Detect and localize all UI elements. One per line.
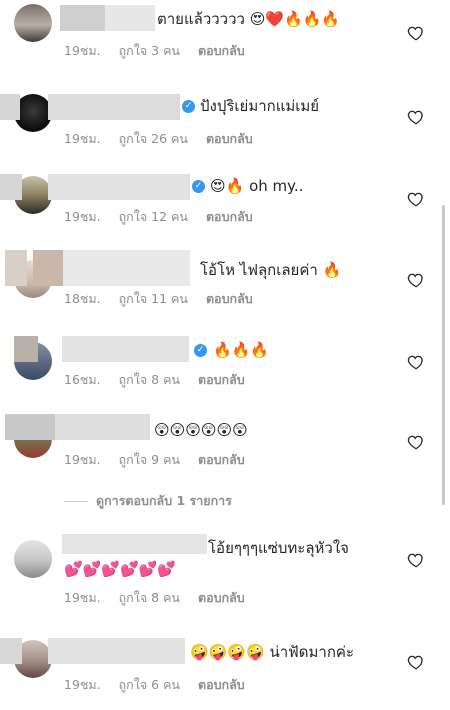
comment-text: 😍🔥 oh my.. xyxy=(210,177,304,195)
like-count[interactable]: ถูกใจ 8 คน xyxy=(119,590,180,605)
scrollbar[interactable] xyxy=(442,205,445,505)
comment-meta: 19ชม. ถูกใจ 3 คน ตอบกลับ xyxy=(64,41,263,61)
comment-meta: 18ชม. ถูกใจ 11 คน ตอบกลับ xyxy=(64,289,271,309)
comment-time: 19ชม. xyxy=(64,677,101,692)
like-count[interactable]: ถูกใจ 9 คน xyxy=(119,452,180,467)
username-blurred[interactable] xyxy=(5,250,190,286)
username-blurred[interactable] xyxy=(0,94,180,120)
comment-text: โอ้โห ไฟลุกเลยค่า 🔥 xyxy=(200,261,342,279)
avatar[interactable] xyxy=(14,4,52,42)
heart-outline-icon[interactable] xyxy=(407,24,425,42)
verified-badge-icon: ✓ xyxy=(194,344,207,357)
comment-text-line2: 💕💕💕💕💕💕 xyxy=(64,560,177,578)
heart-outline-icon[interactable] xyxy=(407,108,425,126)
comment-meta: 19ชม. ถูกใจ 9 คน ตอบกลับ xyxy=(64,450,263,470)
comment-time: 19ชม. xyxy=(64,590,101,605)
divider xyxy=(64,501,88,502)
comment-meta: 19ชม. ถูกใจ 8 คน ตอบกลับ xyxy=(64,588,263,608)
heart-outline-icon[interactable] xyxy=(407,653,425,671)
username-blurred[interactable] xyxy=(0,174,190,200)
like-count[interactable]: ถูกใจ 6 คน xyxy=(119,677,180,692)
like-count[interactable]: ถูกใจ 12 คน xyxy=(119,209,188,224)
comment-meta: 19ชม. ถูกใจ 12 คน ตอบกลับ xyxy=(64,207,271,227)
username-blurred[interactable] xyxy=(60,5,155,31)
like-count[interactable]: ถูกใจ 3 คน xyxy=(119,43,180,58)
comment-5: ✓ 🔥🔥🔥 16ชม. ถูกใจ 8 คน ตอบกลับ xyxy=(0,332,450,414)
comment-meta: 19ชม. ถูกใจ 26 คน ตอบกลับ xyxy=(64,129,271,149)
comment-text: ปังปุริเย่มากแม่เมย์ xyxy=(200,97,320,115)
comment-1: ตายแล้ววววว 😍❤️🔥🔥🔥 19ชม. ถูกใจ 3 คน ตอบกลั… xyxy=(0,0,450,82)
username-blurred[interactable] xyxy=(0,638,185,664)
comment-6: 😲😲😲😲😲😲 19ชม. ถูกใจ 9 คน ตอบกลับ xyxy=(0,412,450,494)
comment-text: 🤪🤪🤪🤪 น่าฟัดมากค่ะ xyxy=(190,643,354,661)
reply-button[interactable]: ตอบกลับ xyxy=(198,677,245,692)
comment-meta: 16ชม. ถูกใจ 8 คน ตอบกลับ xyxy=(64,370,263,390)
comment-2: ✓ ปังปุริเย่มากแม่เมย์ 19ชม. ถูกใจ 26 คน ต… xyxy=(0,84,450,166)
comment-time: 19ชม. xyxy=(64,131,101,146)
heart-outline-icon[interactable] xyxy=(407,551,425,569)
heart-outline-icon[interactable] xyxy=(407,271,425,289)
comment-time: 18ชม. xyxy=(64,291,101,306)
view-replies-label: ดูการตอบกลับ 1 รายการ xyxy=(96,493,232,508)
comment-meta: 19ชม. ถูกใจ 6 คน ตอบกลับ xyxy=(64,675,263,695)
comment-time: 19ชม. xyxy=(64,209,101,224)
avatar[interactable] xyxy=(14,540,52,578)
reply-button[interactable]: ตอบกลับ xyxy=(198,590,245,605)
comment-time: 16ชม. xyxy=(64,372,101,387)
heart-outline-icon[interactable] xyxy=(407,353,425,371)
like-count[interactable]: ถูกใจ 11 คน xyxy=(119,291,188,306)
reply-button[interactable]: ตอบกลับ xyxy=(206,209,253,224)
verified-badge-icon: ✓ xyxy=(192,180,205,193)
reply-button[interactable]: ตอบกลับ xyxy=(198,452,245,467)
username-blurred[interactable] xyxy=(14,336,189,362)
comment-4: โอ้โห ไฟลุกเลยค่า 🔥 18ชม. ถูกใจ 11 คน ตอบก… xyxy=(0,250,450,332)
comment-text: ตายแล้ววววว 😍❤️🔥🔥🔥 xyxy=(157,10,341,28)
verified-badge-icon: ✓ xyxy=(182,100,195,113)
heart-outline-icon[interactable] xyxy=(407,433,425,451)
comment-7: โอ้ยๆๆๆแซ่บทะลุหัวใจ 💕💕💕💕💕💕 19ชม. ถูกใจ 8… xyxy=(0,530,450,612)
view-replies-button[interactable]: ดูการตอบกลับ 1 รายการ xyxy=(64,491,232,511)
comment-text: โอ้ยๆๆๆแซ่บทะลุหัวใจ xyxy=(208,539,349,557)
username-blurred[interactable] xyxy=(62,534,207,560)
reply-button[interactable]: ตอบกลับ xyxy=(206,291,253,306)
username-blurred[interactable] xyxy=(5,414,150,440)
comment-8: 🤪🤪🤪🤪 น่าฟัดมากค่ะ 19ชม. ถูกใจ 6 คน ตอบกลับ xyxy=(0,628,450,710)
comment-text: 🔥🔥🔥 xyxy=(213,341,270,359)
heart-outline-icon[interactable] xyxy=(407,190,425,208)
reply-button[interactable]: ตอบกลับ xyxy=(198,372,245,387)
reply-button[interactable]: ตอบกลับ xyxy=(206,131,253,146)
comment-text: 😲😲😲😲😲😲 xyxy=(154,421,248,439)
like-count[interactable]: ถูกใจ 8 คน xyxy=(119,372,180,387)
comment-3: ✓ 😍🔥 oh my.. 19ชม. ถูกใจ 12 คน ตอบกลับ xyxy=(0,168,450,250)
reply-button[interactable]: ตอบกลับ xyxy=(198,43,245,58)
comment-time: 19ชม. xyxy=(64,43,101,58)
like-count[interactable]: ถูกใจ 26 คน xyxy=(119,131,188,146)
comment-time: 19ชม. xyxy=(64,452,101,467)
